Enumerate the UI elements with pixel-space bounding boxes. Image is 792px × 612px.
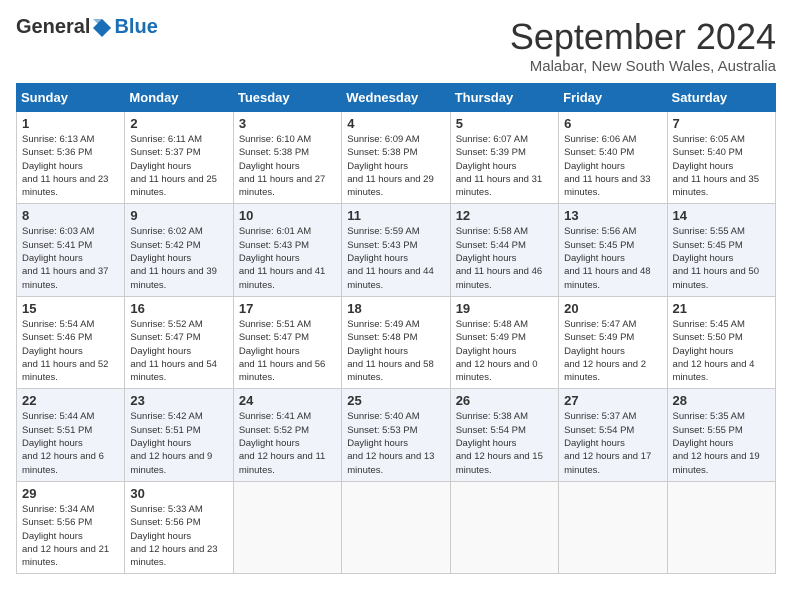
day-cell-2: 2 Sunrise: 6:11 AM Sunset: 5:37 PM Dayli… bbox=[125, 112, 233, 204]
day-cell-20: 20 Sunrise: 5:47 AM Sunset: 5:49 PM Dayl… bbox=[559, 296, 667, 388]
day-cell-4: 4 Sunrise: 6:09 AM Sunset: 5:38 PM Dayli… bbox=[342, 112, 450, 204]
empty-cell-3 bbox=[450, 481, 558, 573]
logo-general: General bbox=[16, 16, 90, 39]
calendar-table: Sunday Monday Tuesday Wednesday Thursday… bbox=[16, 83, 776, 574]
day-cell-17: 17 Sunrise: 5:51 AM Sunset: 5:47 PM Dayl… bbox=[233, 296, 341, 388]
location-title: Malabar, New South Wales, Australia bbox=[510, 58, 776, 75]
header: General Blue September 2024 Malabar, New… bbox=[16, 16, 776, 75]
day-number-5: 5 bbox=[456, 116, 553, 131]
empty-cell-1 bbox=[233, 481, 341, 573]
day-cell-27: 27 Sunrise: 5:37 AM Sunset: 5:54 PM Dayl… bbox=[559, 389, 667, 481]
day-cell-26: 26 Sunrise: 5:38 AM Sunset: 5:54 PM Dayl… bbox=[450, 389, 558, 481]
days-header-row: Sunday Monday Tuesday Wednesday Thursday… bbox=[17, 84, 776, 112]
day-info-3: Sunrise: 6:10 AM Sunset: 5:38 PM Dayligh… bbox=[239, 133, 336, 199]
title-area: September 2024 Malabar, New South Wales,… bbox=[510, 16, 776, 75]
month-title: September 2024 bbox=[510, 16, 776, 58]
day-cell-19: 19 Sunrise: 5:48 AM Sunset: 5:49 PM Dayl… bbox=[450, 296, 558, 388]
day-cell-22: 22 Sunrise: 5:44 AM Sunset: 5:51 PM Dayl… bbox=[17, 389, 125, 481]
day-cell-25: 25 Sunrise: 5:40 AM Sunset: 5:53 PM Dayl… bbox=[342, 389, 450, 481]
day-info-7: Sunrise: 6:05 AM Sunset: 5:40 PM Dayligh… bbox=[673, 133, 770, 199]
day-cell-29: 29 Sunrise: 5:34 AM Sunset: 5:56 PM Dayl… bbox=[17, 481, 125, 573]
day-info-4: Sunrise: 6:09 AM Sunset: 5:38 PM Dayligh… bbox=[347, 133, 444, 199]
day-cell-23: 23 Sunrise: 5:42 AM Sunset: 5:51 PM Dayl… bbox=[125, 389, 233, 481]
week-row-2: 8 Sunrise: 6:03 AM Sunset: 5:41 PM Dayli… bbox=[17, 204, 776, 296]
header-tuesday: Tuesday bbox=[233, 84, 341, 112]
header-thursday: Thursday bbox=[450, 84, 558, 112]
day-number-4: 4 bbox=[347, 116, 444, 131]
header-friday: Friday bbox=[559, 84, 667, 112]
day-cell-10: 10 Sunrise: 6:01 AM Sunset: 5:43 PM Dayl… bbox=[233, 204, 341, 296]
day-info-1: Sunrise: 6:13 AM Sunset: 5:36 PM Dayligh… bbox=[22, 133, 119, 199]
day-number-1: 1 bbox=[22, 116, 119, 131]
day-number-3: 3 bbox=[239, 116, 336, 131]
day-info-5: Sunrise: 6:07 AM Sunset: 5:39 PM Dayligh… bbox=[456, 133, 553, 199]
day-cell-16: 16 Sunrise: 5:52 AM Sunset: 5:47 PM Dayl… bbox=[125, 296, 233, 388]
day-info-6: Sunrise: 6:06 AM Sunset: 5:40 PM Dayligh… bbox=[564, 133, 661, 199]
day-cell-21: 21 Sunrise: 5:45 AM Sunset: 5:50 PM Dayl… bbox=[667, 296, 775, 388]
day-number-6: 6 bbox=[564, 116, 661, 131]
day-number-7: 7 bbox=[673, 116, 770, 131]
day-info-2: Sunrise: 6:11 AM Sunset: 5:37 PM Dayligh… bbox=[130, 133, 227, 199]
empty-cell-2 bbox=[342, 481, 450, 573]
day-cell-13: 13 Sunrise: 5:56 AM Sunset: 5:45 PM Dayl… bbox=[559, 204, 667, 296]
logo: General Blue bbox=[16, 16, 158, 39]
week-row-5: 29 Sunrise: 5:34 AM Sunset: 5:56 PM Dayl… bbox=[17, 481, 776, 573]
week-row-3: 15 Sunrise: 5:54 AM Sunset: 5:46 PM Dayl… bbox=[17, 296, 776, 388]
empty-cell-5 bbox=[667, 481, 775, 573]
day-cell-5: 5 Sunrise: 6:07 AM Sunset: 5:39 PM Dayli… bbox=[450, 112, 558, 204]
day-number-8: 8 bbox=[22, 208, 119, 223]
header-sunday: Sunday bbox=[17, 84, 125, 112]
day-cell-18: 18 Sunrise: 5:49 AM Sunset: 5:48 PM Dayl… bbox=[342, 296, 450, 388]
day-cell-9: 9 Sunrise: 6:02 AM Sunset: 5:42 PM Dayli… bbox=[125, 204, 233, 296]
logo-flag-icon bbox=[91, 17, 113, 39]
day-cell-8: 8 Sunrise: 6:03 AM Sunset: 5:41 PM Dayli… bbox=[17, 204, 125, 296]
day-cell-28: 28 Sunrise: 5:35 AM Sunset: 5:55 PM Dayl… bbox=[667, 389, 775, 481]
header-wednesday: Wednesday bbox=[342, 84, 450, 112]
day-cell-24: 24 Sunrise: 5:41 AM Sunset: 5:52 PM Dayl… bbox=[233, 389, 341, 481]
day-cell-14: 14 Sunrise: 5:55 AM Sunset: 5:45 PM Dayl… bbox=[667, 204, 775, 296]
day-cell-12: 12 Sunrise: 5:58 AM Sunset: 5:44 PM Dayl… bbox=[450, 204, 558, 296]
day-cell-3: 3 Sunrise: 6:10 AM Sunset: 5:38 PM Dayli… bbox=[233, 112, 341, 204]
day-number-2: 2 bbox=[130, 116, 227, 131]
header-monday: Monday bbox=[125, 84, 233, 112]
week-row-1: 1 Sunrise: 6:13 AM Sunset: 5:36 PM Dayli… bbox=[17, 112, 776, 204]
day-cell-15: 15 Sunrise: 5:54 AM Sunset: 5:46 PM Dayl… bbox=[17, 296, 125, 388]
day-cell-11: 11 Sunrise: 5:59 AM Sunset: 5:43 PM Dayl… bbox=[342, 204, 450, 296]
day-cell-30: 30 Sunrise: 5:33 AM Sunset: 5:56 PM Dayl… bbox=[125, 481, 233, 573]
empty-cell-4 bbox=[559, 481, 667, 573]
logo-blue: Blue bbox=[114, 16, 157, 39]
day-cell-6: 6 Sunrise: 6:06 AM Sunset: 5:40 PM Dayli… bbox=[559, 112, 667, 204]
day-cell-7: 7 Sunrise: 6:05 AM Sunset: 5:40 PM Dayli… bbox=[667, 112, 775, 204]
day-cell-1: 1 Sunrise: 6:13 AM Sunset: 5:36 PM Dayli… bbox=[17, 112, 125, 204]
header-saturday: Saturday bbox=[667, 84, 775, 112]
week-row-4: 22 Sunrise: 5:44 AM Sunset: 5:51 PM Dayl… bbox=[17, 389, 776, 481]
